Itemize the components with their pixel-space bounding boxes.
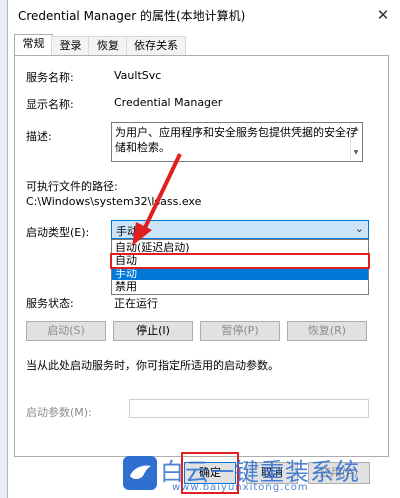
- service-status-label: 服务状态:: [26, 297, 74, 310]
- watermark: 白云一键重装系统 www.baiyunxitong.com: [120, 452, 400, 498]
- start-params-input[interactable]: [129, 399, 369, 418]
- watermark-url: www.baiyunxitong.com: [172, 482, 309, 493]
- close-icon: ✕: [376, 6, 390, 24]
- chevron-down-icon[interactable]: ⌄: [355, 222, 364, 235]
- tab-logon[interactable]: 登录: [51, 36, 90, 56]
- watermark-logo-icon: [123, 456, 157, 490]
- stop-button[interactable]: 停止(I): [113, 321, 193, 341]
- display-name-value: Credential Manager: [114, 96, 223, 109]
- close-button[interactable]: ✕: [372, 4, 394, 26]
- description-label: 描述:: [26, 130, 52, 143]
- scroll-up-icon[interactable]: ▲: [351, 124, 361, 134]
- service-name-label: 服务名称:: [26, 71, 74, 84]
- startup-type-label: 启动类型(E):: [26, 226, 90, 239]
- start-params-label: 启动参数(M):: [26, 406, 92, 419]
- scroll-down-icon[interactable]: ▼: [351, 148, 361, 158]
- exe-path-label: 可执行文件的路径:: [26, 180, 118, 193]
- annotation-highlight-box: [110, 253, 370, 269]
- display-name-label: 显示名称:: [26, 98, 74, 111]
- start-button[interactable]: 启动(S): [26, 321, 106, 341]
- startup-option-disabled[interactable]: 禁用: [112, 280, 368, 293]
- resume-button[interactable]: 恢复(R): [287, 321, 367, 341]
- tab-dependencies[interactable]: 依存关系: [126, 36, 186, 56]
- service-status-value: 正在运行: [114, 297, 158, 310]
- start-params-hint: 当从此处启动服务时，你可指定所适用的启动参数。: [26, 359, 279, 372]
- annotation-arrow-icon: [132, 153, 182, 246]
- service-name-value: VaultSvc: [114, 69, 162, 82]
- tab-general[interactable]: 常规: [14, 34, 53, 56]
- description-scrollbar[interactable]: ▲ ▼: [350, 124, 361, 160]
- pause-button[interactable]: 暂停(P): [200, 321, 280, 341]
- tab-recovery[interactable]: 恢复: [88, 36, 128, 56]
- window-title: Credential Manager 的属性(本地计算机): [18, 9, 246, 23]
